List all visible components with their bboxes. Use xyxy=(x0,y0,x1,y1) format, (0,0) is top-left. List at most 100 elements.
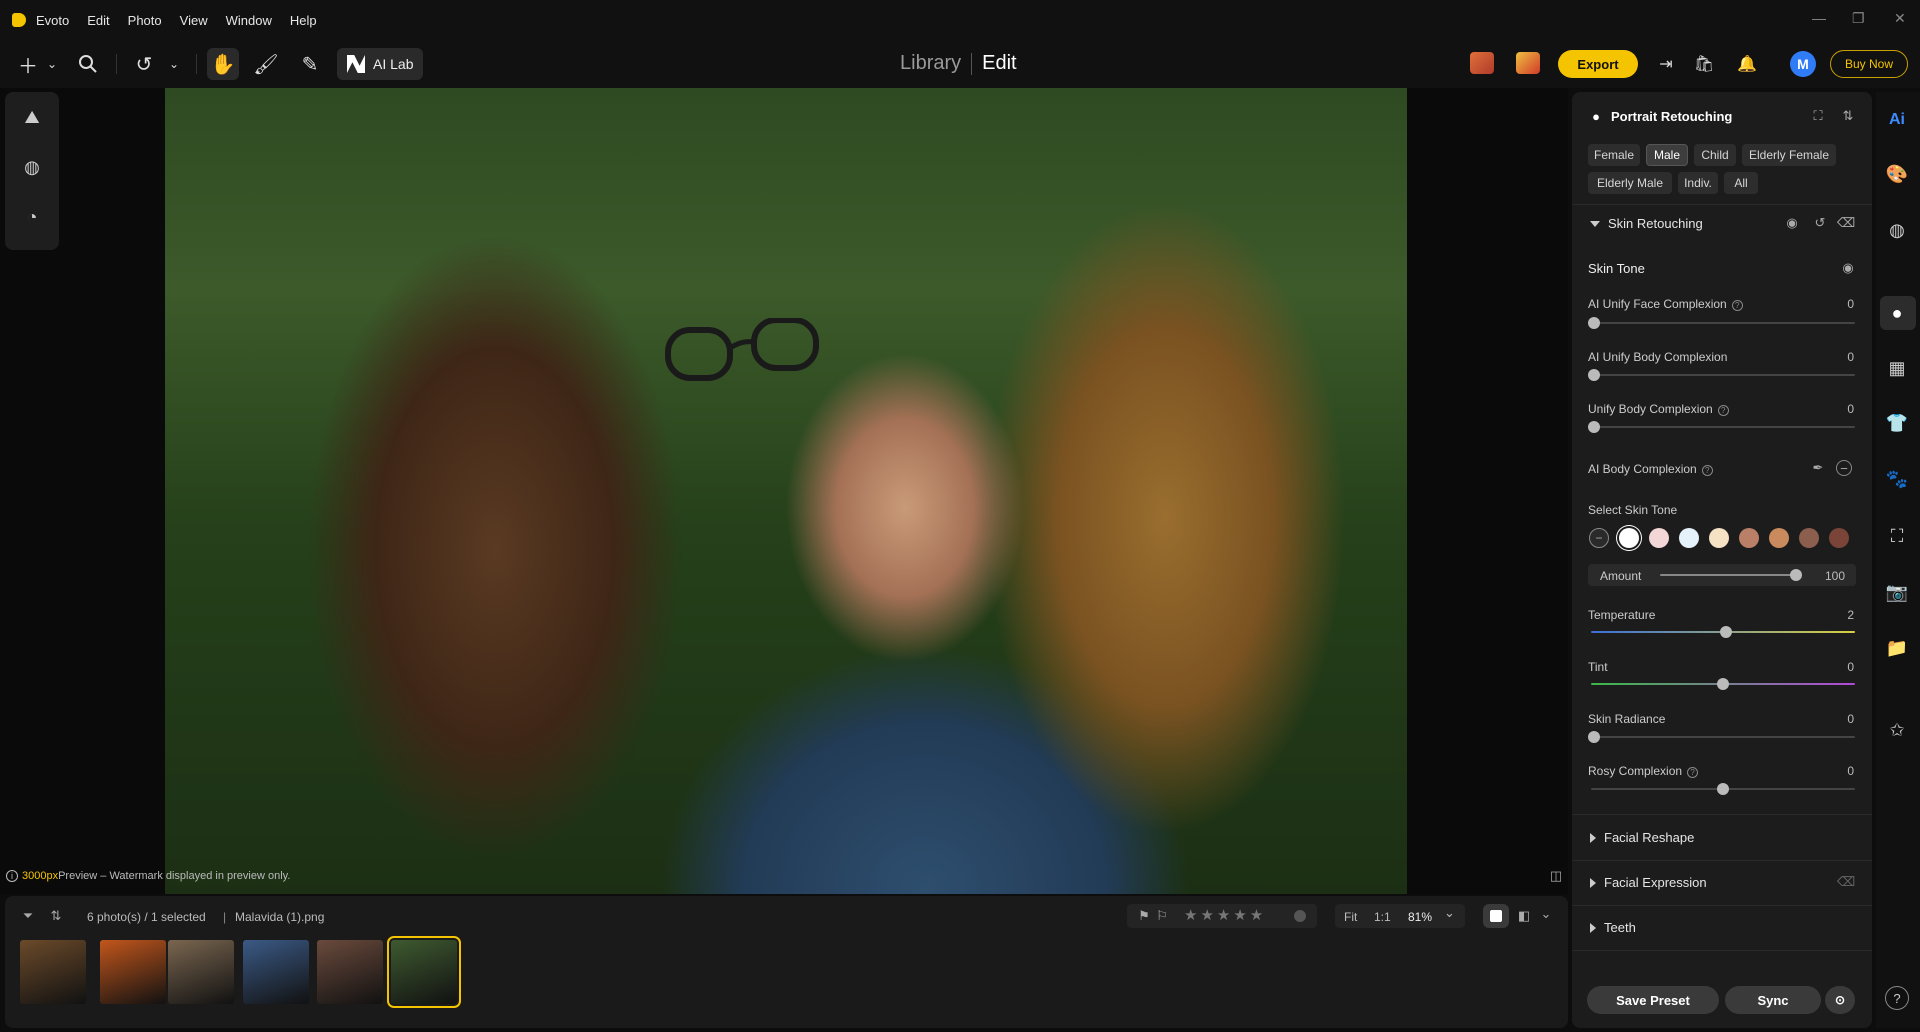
slider-track[interactable] xyxy=(1591,374,1855,376)
skin-tone-none-swatch[interactable]: − xyxy=(1589,528,1609,548)
filmstrip-thumbnail[interactable] xyxy=(168,940,234,1004)
view-dropdown-chevron-icon[interactable]: ⌄ xyxy=(1538,906,1554,922)
promo-gift-icon[interactable] xyxy=(1470,52,1494,74)
menu-help[interactable]: Help xyxy=(290,13,317,28)
ai-icon[interactable]: Ai xyxy=(1885,108,1909,132)
skin-tone-swatch[interactable] xyxy=(1679,528,1699,548)
hand-icon[interactable]: ✋ xyxy=(209,50,237,78)
section-facial-expression[interactable]: Facial Expression xyxy=(1590,875,1707,890)
filter-icon[interactable]: ⏷ xyxy=(20,908,36,924)
ai-lab-button[interactable]: AI Lab xyxy=(337,48,423,80)
close-button[interactable]: ✕ xyxy=(1894,10,1906,27)
help-icon[interactable]: ? xyxy=(1687,767,1699,778)
menu-view[interactable]: View xyxy=(180,13,208,28)
texture-tool-icon[interactable]: ◍ xyxy=(21,156,43,178)
undo-dropdown-chevron-icon[interactable]: ⌄ xyxy=(160,50,188,78)
sort-icon[interactable]: ⇅ xyxy=(48,908,64,924)
star-rating-icon[interactable]: ★★★★★ xyxy=(1184,906,1266,924)
skin-tone-swatch[interactable] xyxy=(1769,528,1789,548)
export-button[interactable]: Export xyxy=(1558,50,1638,78)
crop-icon[interactable]: ⛶ xyxy=(1885,524,1909,548)
slider-knob[interactable] xyxy=(1588,421,1600,433)
texture-icon[interactable]: ◍ xyxy=(1885,218,1909,242)
filmstrip-thumbnail-selected[interactable] xyxy=(387,936,461,1008)
folder-icon[interactable]: 📁 xyxy=(1885,636,1909,660)
menu-edit[interactable]: Edit xyxy=(87,13,109,28)
zoom-level[interactable]: 81% xyxy=(1408,910,1432,924)
erase-icon[interactable]: ⌫ xyxy=(1837,874,1855,890)
menu-photo[interactable]: Photo xyxy=(128,13,162,28)
help-icon[interactable]: ? xyxy=(1701,465,1713,476)
skin-tone-swatch[interactable] xyxy=(1739,528,1759,548)
preset-elderly-male[interactable]: Elderly Male xyxy=(1588,172,1672,194)
section-skin-retouching[interactable]: Skin Retouching xyxy=(1590,216,1703,231)
grid-icon[interactable]: ▦ xyxy=(1885,356,1909,380)
filmstrip-thumbnail[interactable] xyxy=(317,940,383,1004)
share-icon[interactable]: ⇥ xyxy=(1652,50,1680,78)
star-icon[interactable]: ✩ xyxy=(1885,718,1909,742)
color-label-dot-icon[interactable] xyxy=(1294,910,1306,922)
preset-child[interactable]: Child xyxy=(1694,144,1736,166)
flag-icon[interactable]: ⚑ xyxy=(1136,908,1152,924)
promo-box-icon[interactable] xyxy=(1516,52,1540,74)
amount-track[interactable] xyxy=(1660,574,1796,576)
sync-button[interactable]: Sync xyxy=(1725,986,1821,1014)
sync-settings-button[interactable]: ⊙ xyxy=(1825,986,1855,1014)
help-icon[interactable]: ? xyxy=(1885,986,1909,1010)
temperature-knob[interactable] xyxy=(1720,626,1732,638)
preset-female[interactable]: Female xyxy=(1588,144,1640,166)
reset-icon[interactable]: ↺ xyxy=(1812,215,1828,231)
skin-radiance-track[interactable] xyxy=(1591,736,1855,738)
face-select-icon[interactable]: ⛶ xyxy=(1810,108,1826,124)
palette-icon[interactable]: 🎨 xyxy=(1885,162,1909,186)
skin-tone-swatch[interactable] xyxy=(1829,528,1849,548)
portrait-tool-icon[interactable]: ⛰ xyxy=(21,106,43,128)
skin-tone-swatch[interactable] xyxy=(1709,528,1729,548)
preset-individual[interactable]: Indiv. xyxy=(1678,172,1718,194)
edited-photo[interactable] xyxy=(165,88,1407,894)
notification-bell-icon[interactable]: 🔔 xyxy=(1733,50,1761,78)
undo-icon[interactable]: ↺ xyxy=(130,50,158,78)
reset-panel-icon[interactable]: ⇅ xyxy=(1840,108,1856,124)
minimize-button[interactable]: — xyxy=(1812,10,1826,26)
preset-all[interactable]: All xyxy=(1724,172,1758,194)
compare-split-icon[interactable]: ◫ xyxy=(1548,868,1564,884)
filmstrip-thumbnail[interactable] xyxy=(20,940,86,1004)
patch-icon[interactable]: ✎ xyxy=(296,50,324,78)
search-icon[interactable] xyxy=(74,50,102,78)
store-icon[interactable]: 🛍 xyxy=(1690,50,1718,78)
add-dropdown-chevron-icon[interactable]: ⌄ xyxy=(38,50,66,78)
tint-knob[interactable] xyxy=(1717,678,1729,690)
slider-track[interactable] xyxy=(1591,426,1855,428)
zoom-dropdown-chevron-icon[interactable]: ⌄ xyxy=(1444,905,1455,921)
brush-icon[interactable]: 🖌 xyxy=(252,50,280,78)
skin-tone-swatch[interactable] xyxy=(1649,528,1669,548)
amount-knob[interactable] xyxy=(1790,569,1802,581)
visibility-eye-icon[interactable]: ◉ xyxy=(1784,215,1800,231)
filmstrip-thumbnail[interactable] xyxy=(243,940,309,1004)
save-preset-button[interactable]: Save Preset xyxy=(1587,986,1719,1014)
slider-knob[interactable] xyxy=(1588,317,1600,329)
maximize-button[interactable]: ❐ xyxy=(1852,10,1865,27)
erase-icon[interactable]: ⌫ xyxy=(1837,215,1855,231)
history-icon[interactable]: ◔ xyxy=(21,206,43,228)
one-to-one-button[interactable]: 1:1 xyxy=(1374,910,1391,924)
section-teeth[interactable]: Teeth xyxy=(1590,920,1636,935)
avatar[interactable]: M xyxy=(1790,51,1816,77)
tab-library[interactable]: Library xyxy=(900,52,961,75)
filmstrip-thumbnail[interactable] xyxy=(100,940,166,1004)
help-icon[interactable]: ? xyxy=(1731,300,1743,311)
eyedropper-icon[interactable]: ✒ xyxy=(1810,460,1826,476)
skin-radiance-knob[interactable] xyxy=(1588,731,1600,743)
before-after-icon[interactable]: ◧ xyxy=(1516,908,1532,924)
slider-track[interactable] xyxy=(1591,322,1855,324)
rosy-complexion-knob[interactable] xyxy=(1717,783,1729,795)
preset-elderly-female[interactable]: Elderly Female xyxy=(1742,144,1836,166)
disable-circle-icon[interactable]: − xyxy=(1836,460,1852,476)
tab-edit[interactable]: Edit xyxy=(982,52,1016,75)
single-view-button[interactable] xyxy=(1483,904,1509,928)
shirt-icon[interactable]: 👕 xyxy=(1885,411,1909,435)
buy-now-button[interactable]: Buy Now xyxy=(1830,50,1908,78)
camera-icon[interactable]: 📷 xyxy=(1885,580,1909,604)
skin-tone-swatch[interactable] xyxy=(1619,528,1639,548)
